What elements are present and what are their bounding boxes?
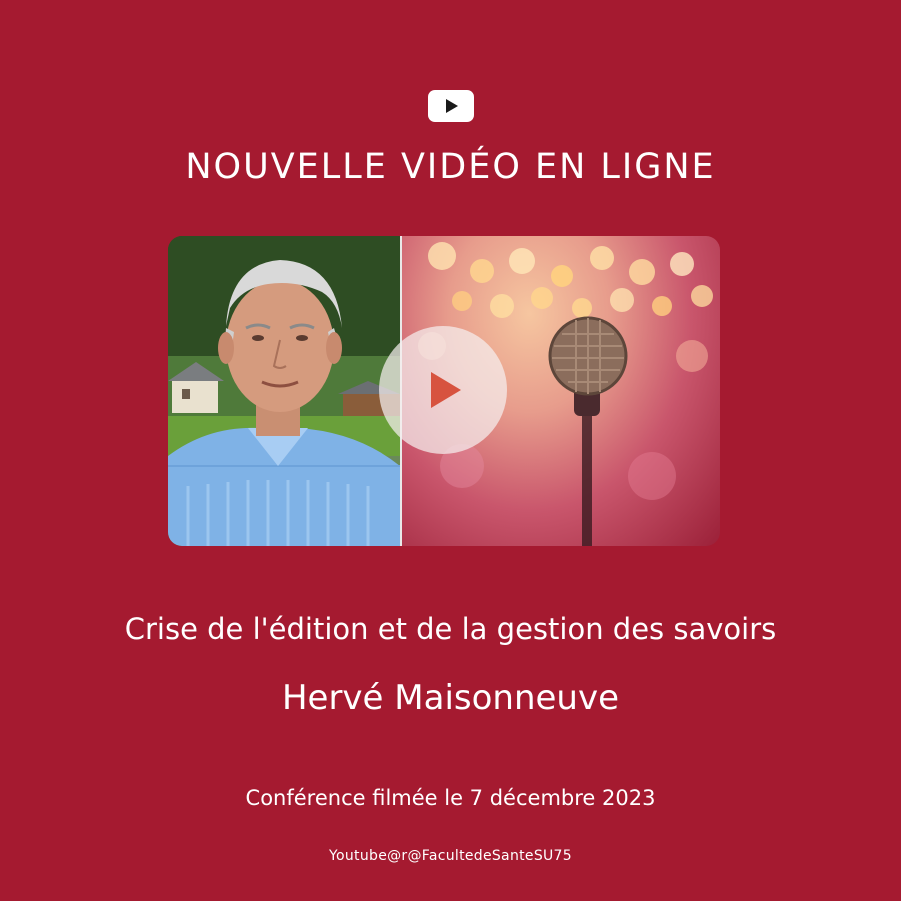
speaker-name: Hervé Maisonneuve	[281, 678, 620, 718]
page-title: NOUVELLE VIDÉO EN LIGNE	[185, 147, 716, 187]
youtube-triangle	[446, 99, 458, 113]
youtube-play-icon	[428, 90, 474, 122]
speaker-illustration	[168, 236, 400, 546]
speaker-photo	[168, 236, 400, 546]
play-icon	[431, 372, 461, 408]
conference-date: Conférence filmée le 7 décembre 2023	[245, 786, 656, 810]
youtube-handle: Youtube@r@FacultedeSanteSU75	[329, 848, 572, 864]
video-subtitle: Crise de l'édition et de la gestion des …	[124, 612, 777, 646]
play-button[interactable]	[379, 326, 507, 454]
